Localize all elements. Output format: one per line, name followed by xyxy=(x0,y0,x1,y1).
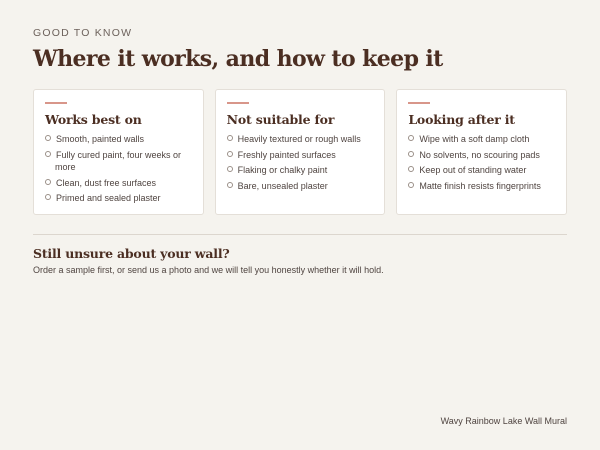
card-title: Looking after it xyxy=(408,112,515,127)
card-list: Wipe with a soft damp cloth No solvents,… xyxy=(408,133,555,192)
list-item: Bare, unsealed plaster xyxy=(226,180,374,193)
circle-bullet-icon xyxy=(45,135,51,141)
circle-bullet-icon xyxy=(408,166,415,172)
circle-bullet-icon xyxy=(408,181,415,188)
list-item: Smooth, painted walls xyxy=(45,133,192,146)
section-eyebrow: GOOD TO KNOW xyxy=(33,27,133,39)
circle-bullet-icon xyxy=(408,150,415,157)
list-item-text: Flaking or chalky paint xyxy=(237,165,328,175)
list-item-text: Freshly painted surfaces xyxy=(237,149,336,160)
circle-bullet-icon xyxy=(226,166,233,172)
list-item: Fully cured paint, four weeks or more xyxy=(45,149,192,174)
circle-bullet-icon xyxy=(45,178,51,185)
list-item: Keep out of standing water xyxy=(408,164,555,177)
list-item: Primed and sealed plaster xyxy=(45,192,192,205)
list-item: No solvents, no scouring pads xyxy=(408,149,555,162)
page-content: GOOD TO KNOW Where it works, and how to … xyxy=(33,26,568,276)
circle-bullet-icon xyxy=(226,150,233,157)
circle-bullet-icon xyxy=(408,135,415,141)
section-divider xyxy=(33,234,567,235)
info-cards: Works best on Smooth, painted walls Full… xyxy=(33,89,568,215)
list-item: Flaking or chalky paint xyxy=(226,164,374,177)
card-not-suitable-for: Not suitable for Heavily textured or rou… xyxy=(214,89,386,215)
card-looking-after-it: Looking after it Wipe with a soft damp c… xyxy=(396,89,568,215)
circle-bullet-icon xyxy=(226,181,233,188)
list-item-text: Keep out of standing water xyxy=(419,165,527,175)
card-accent-line xyxy=(226,102,249,104)
list-item-text: Primed and sealed plaster xyxy=(56,193,161,203)
list-item: Matte finish resists fingerprints xyxy=(408,180,555,193)
list-item-text: Fully cured paint, four weeks or more xyxy=(55,149,182,173)
card-accent-line xyxy=(45,102,67,104)
list-item: Wipe with a soft damp cloth xyxy=(408,133,555,146)
list-item-text: Wipe with a soft damp cloth xyxy=(419,134,530,144)
product-name: Wavy Rainbow Lake Wall Mural xyxy=(440,416,567,426)
list-item: Clean, dust free surfaces xyxy=(45,177,192,190)
page-title: Where it works, and how to keep it xyxy=(33,46,443,72)
list-item-text: No solvents, no scouring pads xyxy=(419,149,540,160)
card-title: Not suitable for xyxy=(226,112,335,127)
list-item-text: Clean, dust free surfaces xyxy=(56,177,157,188)
help-text: Order a sample first, or send us a photo… xyxy=(33,265,384,275)
list-item: Heavily textured or rough walls xyxy=(226,133,374,146)
circle-bullet-icon xyxy=(45,150,51,157)
list-item-text: Matte finish resists fingerprints xyxy=(419,180,541,191)
list-item-text: Smooth, painted walls xyxy=(56,134,145,144)
circle-bullet-icon xyxy=(226,135,233,141)
card-list: Heavily textured or rough walls Freshly … xyxy=(226,133,374,193)
card-list: Smooth, painted walls Fully cured paint,… xyxy=(45,133,192,205)
list-item: Freshly painted surfaces xyxy=(226,149,374,162)
card-works-best-on: Works best on Smooth, painted walls Full… xyxy=(33,89,204,215)
help-heading: Still unsure about your wall? xyxy=(33,246,230,261)
card-title: Works best on xyxy=(45,112,142,127)
card-accent-line xyxy=(408,102,431,104)
list-item-text: Heavily textured or rough walls xyxy=(237,134,361,144)
circle-bullet-icon xyxy=(45,194,51,200)
list-item-text: Bare, unsealed plaster xyxy=(237,180,328,191)
